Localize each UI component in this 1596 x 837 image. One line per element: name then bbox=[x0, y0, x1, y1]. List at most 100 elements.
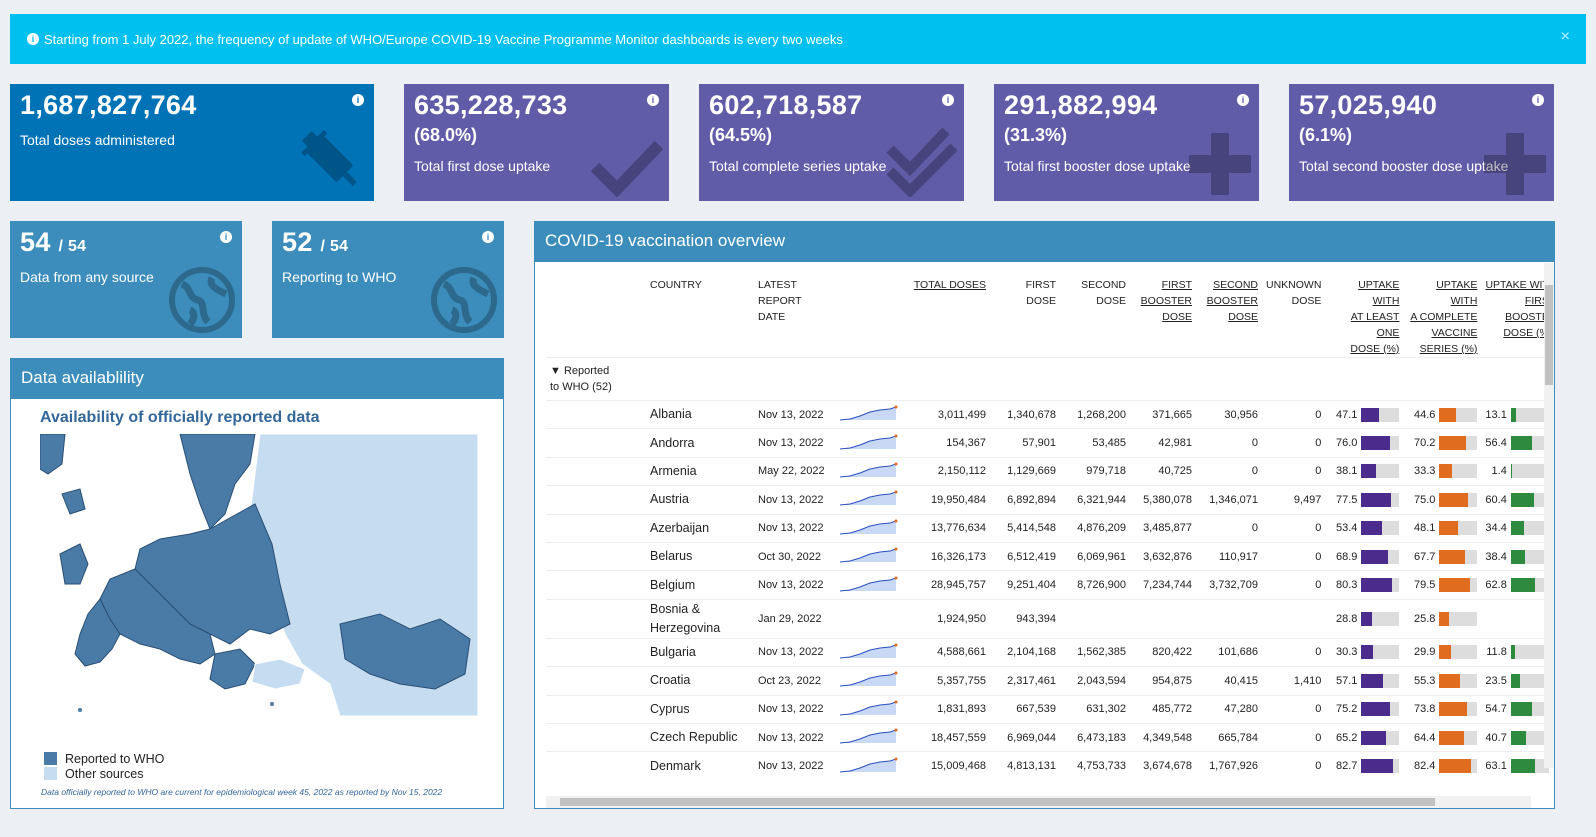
uptake-bar bbox=[1361, 759, 1400, 774]
col-unknown-dose[interactable]: UNKNOWN DOSE bbox=[1262, 263, 1325, 358]
col-uptake-complete[interactable]: UPTAKE WITH A COMPLETE VACCINE SERIES (%) bbox=[1403, 263, 1481, 358]
table-row[interactable]: Austria Nov 13, 2022 19,950,484 6,892,894 6,… bbox=[546, 485, 1553, 515]
uptake-booster-cell: 60.4 bbox=[1481, 485, 1553, 515]
check-icon bbox=[591, 140, 663, 197]
source-total: / 54 bbox=[58, 238, 87, 255]
country-name[interactable]: Azerbaijan bbox=[646, 513, 754, 543]
second-dose: 4,876,209 bbox=[1060, 513, 1130, 543]
first-dose: 2,104,168 bbox=[990, 637, 1060, 667]
kpi-value: 1,687,827,764 bbox=[20, 90, 197, 120]
uptake-value: 30.3 bbox=[1336, 646, 1358, 659]
sparkline bbox=[839, 519, 898, 535]
col-second-booster[interactable]: SECOND BOOSTER DOSE bbox=[1196, 263, 1262, 358]
uptake-bar bbox=[1439, 673, 1478, 688]
uptake-bar bbox=[1439, 549, 1478, 564]
col-first-dose[interactable]: FIRST DOSE bbox=[990, 263, 1060, 358]
country-name[interactable]: Belarus bbox=[646, 541, 754, 571]
source-label: Reporting to WHO bbox=[282, 269, 397, 285]
unknown-dose: 0 bbox=[1262, 751, 1326, 781]
vertical-scrollbar[interactable] bbox=[1544, 263, 1554, 768]
second-dose: 1,268,200 bbox=[1060, 399, 1130, 429]
uptake-booster-cell: 11.8 bbox=[1481, 637, 1553, 667]
uptake-bar bbox=[1361, 549, 1400, 564]
report-date: Nov 13, 2022 bbox=[754, 637, 834, 667]
panel-title: Data availablility bbox=[11, 359, 503, 399]
uptake-bar bbox=[1361, 492, 1400, 507]
uptake-bar bbox=[1439, 645, 1478, 660]
second-dose: 631,302 bbox=[1060, 694, 1130, 724]
first-booster: 371,665 bbox=[1130, 399, 1196, 429]
kpi-value: 635,228,733 bbox=[414, 90, 568, 120]
sparkline bbox=[839, 576, 898, 592]
uptake-value: 70.2 bbox=[1414, 436, 1436, 449]
table-row[interactable]: Belgium Nov 13, 2022 28,945,757 9,251,404 8,… bbox=[546, 570, 1553, 600]
col-report-date[interactable]: LATEST REPORT DATE bbox=[754, 263, 834, 358]
unknown-dose: 0 bbox=[1262, 513, 1326, 543]
country-name[interactable]: Bosnia & Herzegovina bbox=[646, 598, 754, 639]
uptake-complete-cell: 33.3 bbox=[1403, 456, 1482, 486]
col-uptake-one[interactable]: UPTAKE WITH AT LEAST ONE DOSE (%) bbox=[1325, 263, 1403, 358]
info-icon[interactable]: i bbox=[647, 94, 659, 106]
col-second-dose[interactable]: SECOND DOSE bbox=[1060, 263, 1130, 358]
globe-icon bbox=[169, 267, 235, 333]
country-name[interactable]: Andorra bbox=[646, 428, 754, 458]
first-booster: 820,422 bbox=[1130, 637, 1196, 667]
info-icon[interactable]: i bbox=[220, 231, 232, 243]
country-name[interactable]: Austria bbox=[646, 485, 754, 515]
uptake-booster-cell: 23.5 bbox=[1481, 666, 1553, 696]
table-row[interactable]: Andorra Nov 13, 2022 154,367 57,901 53,485 42… bbox=[546, 428, 1553, 458]
table-row[interactable]: Belarus Oct 30, 2022 16,326,173 6,512,419 6,… bbox=[546, 541, 1553, 571]
total-doses: 18,457,559 bbox=[902, 722, 990, 752]
source-count: 52 bbox=[282, 227, 313, 257]
overview-table-wrapper[interactable]: COUNTRY LATEST REPORT DATE TOTAL DOSES FI… bbox=[535, 263, 1554, 808]
col-country[interactable]: COUNTRY bbox=[646, 263, 754, 358]
horizontal-scrollbar[interactable] bbox=[546, 796, 1531, 808]
col-total-doses[interactable]: TOTAL DOSES bbox=[902, 263, 990, 358]
report-date: Jan 29, 2022 bbox=[754, 598, 834, 639]
table-row[interactable]: Bulgaria Nov 13, 2022 4,588,661 2,104,168 1,… bbox=[546, 637, 1553, 667]
country-name[interactable]: Denmark bbox=[646, 751, 754, 781]
uptake-value: 48.1 bbox=[1414, 522, 1436, 535]
table-row[interactable]: Armenia May 22, 2022 2,150,112 1,129,669 979… bbox=[546, 456, 1553, 486]
info-icon[interactable]: i bbox=[482, 231, 494, 243]
uptake-bar bbox=[1361, 611, 1400, 626]
uptake-bar bbox=[1361, 578, 1400, 593]
first-dose: 6,892,894 bbox=[990, 485, 1060, 515]
info-icon[interactable]: i bbox=[1237, 94, 1249, 106]
second-dose: 6,069,961 bbox=[1060, 541, 1130, 571]
table-row[interactable]: Cyprus Nov 13, 2022 1,831,893 667,539 631,30… bbox=[546, 694, 1553, 724]
report-date: Nov 13, 2022 bbox=[754, 485, 834, 515]
report-date: Nov 13, 2022 bbox=[754, 751, 834, 781]
uptake-bar bbox=[1361, 645, 1400, 660]
kpi-percent: (64.5%) bbox=[709, 125, 773, 145]
plus-icon bbox=[1484, 133, 1546, 195]
second-dose: 4,753,733 bbox=[1060, 751, 1130, 781]
table-row[interactable]: Croatia Oct 23, 2022 5,357,755 2,317,461 2,0… bbox=[546, 666, 1553, 696]
info-icon[interactable]: i bbox=[352, 94, 364, 106]
second-booster: 3,732,709 bbox=[1196, 570, 1262, 600]
table-row[interactable]: Czech Republic Nov 13, 2022 18,457,559 6,96… bbox=[546, 722, 1553, 752]
info-icon[interactable]: i bbox=[1532, 94, 1544, 106]
table-row[interactable]: Albania Nov 13, 2022 3,011,499 1,340,678 1,2… bbox=[546, 399, 1553, 429]
uptake-bar bbox=[1361, 521, 1400, 536]
country-name[interactable]: Armenia bbox=[646, 456, 754, 486]
country-name[interactable]: Cyprus bbox=[646, 694, 754, 724]
info-icon[interactable]: i bbox=[942, 94, 954, 106]
table-row[interactable]: Azerbaijan Nov 13, 2022 13,776,634 5,414,54… bbox=[546, 513, 1553, 543]
country-name[interactable]: Czech Republic bbox=[646, 722, 754, 752]
table-row[interactable]: Denmark Nov 13, 2022 15,009,468 4,813,131 4,… bbox=[546, 751, 1553, 781]
close-icon[interactable]: × bbox=[1561, 28, 1570, 46]
country-name[interactable]: Bulgaria bbox=[646, 637, 754, 667]
uptake-value: 54.7 bbox=[1485, 703, 1507, 716]
uptake-one-cell: 75.2 bbox=[1325, 694, 1404, 724]
country-name[interactable]: Croatia bbox=[646, 666, 754, 696]
total-doses: 3,011,499 bbox=[902, 399, 990, 429]
country-name[interactable]: Albania bbox=[646, 399, 754, 429]
col-uptake-booster[interactable]: UPTAKE WIT FIRS BOOSTE DOSE (% bbox=[1481, 263, 1552, 358]
source-count: 54 bbox=[20, 227, 51, 257]
group-toggle[interactable]: ▼ Reported to WHO (52) bbox=[546, 357, 646, 401]
first-booster: 485,772 bbox=[1130, 694, 1196, 724]
col-first-booster[interactable]: FIRST BOOSTER DOSE bbox=[1130, 263, 1196, 358]
country-name[interactable]: Belgium bbox=[646, 570, 754, 600]
table-row[interactable]: Bosnia & Herzegovina Jan 29, 2022 1,924,95… bbox=[546, 598, 1553, 639]
